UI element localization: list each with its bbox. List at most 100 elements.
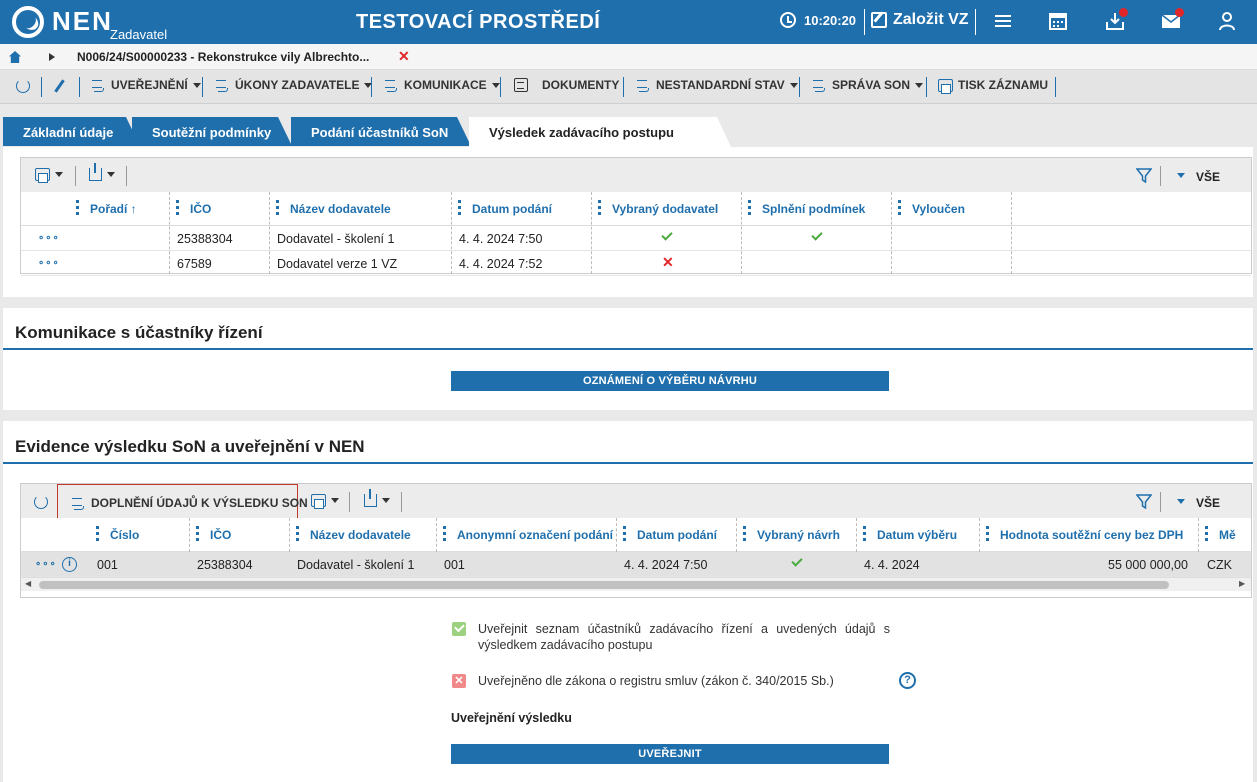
divider bbox=[623, 77, 624, 97]
col-cislo[interactable]: Číslo bbox=[110, 528, 139, 542]
column-menu-icon[interactable] bbox=[76, 200, 79, 215]
mail-icon[interactable] bbox=[1160, 8, 1184, 32]
filter-icon[interactable] bbox=[1135, 167, 1153, 186]
export-menu[interactable] bbox=[364, 489, 390, 507]
refresh-button[interactable] bbox=[16, 79, 30, 93]
column-menu-icon[interactable] bbox=[458, 200, 461, 215]
col-datum-vyberu[interactable]: Datum výběru bbox=[877, 528, 957, 542]
info-icon[interactable]: i bbox=[62, 557, 77, 572]
table-row[interactable]: ∘∘∘ 25388304 Dodavatel - školení 1 4. 4.… bbox=[21, 226, 1251, 251]
caret-down-icon[interactable] bbox=[1177, 499, 1185, 504]
publish-button[interactable]: UVEŘEJNIT bbox=[451, 744, 889, 764]
contract-registry-checkbox[interactable]: ✕ bbox=[452, 674, 466, 688]
column-menu-icon[interactable] bbox=[623, 526, 626, 541]
results-panel: VŠE Pořadí ↑ IČO Název dodavatele Datum … bbox=[3, 147, 1253, 297]
calendar-icon[interactable] bbox=[1047, 10, 1069, 32]
row-actions-icon[interactable]: ∘∘∘ bbox=[38, 258, 60, 269]
filter-icon[interactable] bbox=[1135, 493, 1153, 512]
export-menu[interactable] bbox=[89, 163, 115, 181]
col-hodnota[interactable]: Hodnota soutěžní ceny bez DPH bbox=[1000, 528, 1183, 542]
notice-of-selection-button[interactable]: OZNÁMENÍ O VÝBĚRU NÁVRHU bbox=[451, 371, 889, 391]
filter-all-toggle[interactable]: VŠE bbox=[1196, 496, 1220, 510]
divider bbox=[799, 77, 800, 97]
breadcrumb-current[interactable]: N006/24/S00000233 - Rekonstrukce vily Al… bbox=[77, 50, 369, 64]
table-row[interactable]: ∘∘∘ 67589 Dodavatel verze 1 VZ 4. 4. 202… bbox=[21, 251, 1251, 276]
create-tender-button[interactable]: Založit VZ bbox=[871, 11, 969, 29]
col-datum-podani[interactable]: Datum podání bbox=[637, 528, 717, 542]
menu-ukony-zadavatele[interactable]: ÚKONY ZADAVATELE bbox=[216, 78, 373, 92]
filter-all-toggle[interactable]: VŠE bbox=[1196, 170, 1220, 184]
column-menu-icon[interactable] bbox=[743, 526, 746, 541]
col-splneni[interactable]: Splnění podmínek bbox=[762, 202, 865, 216]
column-menu-icon[interactable] bbox=[863, 526, 866, 541]
column-menu-icon[interactable] bbox=[748, 200, 751, 215]
tab-vysledek[interactable]: Výsledek zadávacího postupu bbox=[469, 117, 731, 147]
column-menu-icon[interactable] bbox=[276, 200, 279, 215]
menu-dokumenty[interactable]: DOKUMENTY bbox=[514, 78, 619, 92]
refresh-button[interactable] bbox=[34, 495, 48, 509]
row-actions-icon[interactable]: ∘∘∘ bbox=[38, 233, 60, 244]
scroll-left-icon[interactable]: ◀ bbox=[25, 579, 31, 588]
inbox-icon[interactable] bbox=[1104, 8, 1128, 32]
check-icon bbox=[791, 555, 803, 567]
edit-icon bbox=[871, 12, 887, 28]
scroll-right-icon[interactable]: ▶ bbox=[1239, 579, 1245, 588]
menu-sprava-son[interactable]: SPRÁVA SON bbox=[813, 78, 924, 92]
column-menu-icon[interactable] bbox=[296, 526, 299, 541]
col-vyloucen[interactable]: Vyloučen bbox=[912, 202, 965, 216]
column-menu-icon[interactable] bbox=[898, 200, 901, 215]
menu-icon[interactable] bbox=[992, 10, 1014, 32]
nen-logo-icon[interactable] bbox=[12, 6, 44, 38]
column-menu-icon[interactable] bbox=[1205, 526, 1208, 541]
scrollbar-thumb[interactable] bbox=[39, 581, 1169, 589]
grid-header: Číslo IČO Název dodavatele Anonymní ozna… bbox=[21, 518, 1251, 552]
col-vybrany[interactable]: Vybraný dodavatel bbox=[612, 202, 718, 216]
complete-result-button[interactable]: DOPLNĚNÍ ÚDAJŮ K VÝSLEDKU SON bbox=[57, 484, 308, 519]
menu-label: UVEŘEJNĚNÍ bbox=[111, 78, 188, 92]
tab-podani-ucastniku[interactable]: Podání účastníků SoN bbox=[291, 117, 471, 146]
close-icon[interactable]: ✕ bbox=[398, 48, 410, 65]
cell-ico: 25388304 bbox=[177, 232, 233, 246]
menu-komunikace[interactable]: KOMUNIKACE bbox=[385, 78, 500, 92]
col-poradi[interactable]: Pořadí ↑ bbox=[90, 202, 137, 216]
caret-down-icon bbox=[331, 498, 339, 503]
col-ico[interactable]: IČO bbox=[190, 202, 211, 216]
col-nazev[interactable]: Název dodavatele bbox=[290, 202, 391, 216]
col-datum-podani[interactable]: Datum podání bbox=[472, 202, 552, 216]
column-menu-icon[interactable] bbox=[598, 200, 601, 215]
help-icon[interactable]: ? bbox=[899, 672, 916, 689]
caret-down-icon[interactable] bbox=[1177, 173, 1185, 178]
evidence-grid: DOPLNĚNÍ ÚDAJŮ K VÝSLEDKU SON VŠE Číslo … bbox=[20, 483, 1252, 598]
communication-panel: Komunikace s účastníky řízení OZNÁMENÍ O… bbox=[3, 308, 1253, 410]
publish-participants-label: Uveřejnit seznam účastníků zadávacího ří… bbox=[478, 622, 890, 652]
tab-zakladni-udaje[interactable]: Základní údaje bbox=[3, 117, 140, 146]
col-vybrany-navrh[interactable]: Vybraný návrh bbox=[757, 528, 840, 542]
col-ico[interactable]: IČO bbox=[210, 528, 231, 542]
home-icon[interactable] bbox=[9, 51, 21, 63]
column-menu-icon[interactable] bbox=[176, 200, 179, 215]
menu-nestandardni-stav[interactable]: NESTANDARDNÍ STAV bbox=[637, 78, 798, 92]
divider bbox=[3, 462, 1253, 464]
divider bbox=[926, 77, 927, 97]
column-menu-icon[interactable] bbox=[986, 526, 989, 541]
table-row[interactable]: ∘∘∘ i 001 25388304 Dodavatel - školení 1… bbox=[21, 552, 1251, 577]
col-anonymni[interactable]: Anonymní označení podání bbox=[457, 528, 613, 542]
divider bbox=[500, 77, 501, 97]
caret-down-icon bbox=[915, 82, 924, 88]
edit-button[interactable] bbox=[54, 79, 65, 93]
horizontal-scrollbar[interactable]: ◀ ▶ bbox=[21, 577, 1251, 591]
column-menu-icon[interactable] bbox=[96, 526, 99, 541]
menu-tisk-zaznamu[interactable]: TISK ZÁZNAMU bbox=[938, 78, 1048, 94]
column-menu-icon[interactable] bbox=[196, 526, 199, 541]
logo-text[interactable]: NEN bbox=[52, 6, 113, 37]
publish-participants-checkbox[interactable] bbox=[452, 622, 466, 636]
tab-soutezni-podminky[interactable]: Soutěžní podmínky bbox=[132, 117, 292, 146]
row-actions-icon[interactable]: ∘∘∘ bbox=[35, 559, 57, 570]
print-menu[interactable] bbox=[311, 494, 339, 509]
print-menu[interactable] bbox=[35, 168, 63, 183]
col-nazev[interactable]: Název dodavatele bbox=[310, 528, 411, 542]
user-icon[interactable] bbox=[1216, 10, 1238, 32]
col-mena[interactable]: Mě bbox=[1219, 528, 1236, 542]
menu-uverejneni[interactable]: UVEŘEJNĚNÍ bbox=[92, 78, 201, 92]
column-menu-icon[interactable] bbox=[443, 526, 446, 541]
